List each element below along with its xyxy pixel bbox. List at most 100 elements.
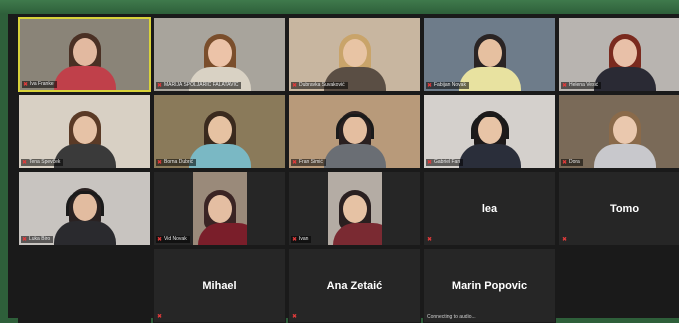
participant-name: Helena Vesić <box>569 82 599 88</box>
muted-mic-icon: ✖ <box>23 81 29 88</box>
participant-tile[interactable]: ✖ Vid Novak <box>153 171 286 246</box>
meeting-window: ✖ Iva Franke ✖ MARIJA SPOLJARIC FALATAVIC ✖ D… <box>8 14 679 323</box>
muted-mic-icon: ✖ <box>157 159 163 166</box>
participant-figure <box>593 31 656 91</box>
gallery-grid: ✖ Iva Franke ✖ MARIJA SPOLJARIC FALATAVIC ✖ D… <box>18 17 679 323</box>
muted-mic-icon: ✖ <box>157 314 163 320</box>
muted-mic-icon: ✖ <box>22 159 28 166</box>
participant-name-tag: ✖ Helena Vesić <box>561 82 602 89</box>
participant-tile[interactable]: ✖ Luka Biro <box>18 171 151 246</box>
participant-figure <box>197 187 247 245</box>
muted-mic-icon: ✖ <box>427 159 433 166</box>
participant-display-name: lea <box>481 202 498 215</box>
muted-indicator: ✖ <box>156 314 165 320</box>
muted-mic-icon: ✖ <box>562 159 568 166</box>
muted-indicator: ✖ <box>426 237 435 243</box>
participant-tile[interactable]: ✖ MARIJA SPOLJARIC FALATAVIC <box>153 17 286 92</box>
participant-name: Luka Biro <box>29 236 51 242</box>
participant-name-tag: ✖ Luka Biro <box>21 236 54 243</box>
top-strip <box>0 0 679 14</box>
face <box>207 116 232 144</box>
torso <box>458 144 521 168</box>
muted-mic-icon: ✖ <box>292 82 298 89</box>
participant-tile[interactable]: Mihael ✖ <box>153 248 286 323</box>
muted-mic-icon: ✖ <box>292 314 298 320</box>
participant-name: Tena Spevček <box>29 159 61 165</box>
face <box>612 39 637 67</box>
participant-display-name: Tomo <box>609 202 640 215</box>
participant-name: Fabijan Novak <box>434 82 466 88</box>
participant-tile[interactable]: ✖ Tena Spevček <box>18 94 151 169</box>
participant-tile[interactable]: ✖ Fabijan Novak <box>423 17 556 92</box>
muted-mic-icon: ✖ <box>292 159 298 166</box>
participant-name: Ivan <box>299 236 309 242</box>
participant-tile[interactable]: lea ✖ <box>423 171 556 246</box>
muted-mic-icon: ✖ <box>562 237 568 243</box>
face <box>477 39 502 67</box>
participant-tile[interactable]: ✖ Borna Dubrić <box>153 94 286 169</box>
participant-tile[interactable]: ✖ Dora <box>558 94 679 169</box>
participant-tile[interactable]: Ana Zetaić ✖ <box>288 248 421 323</box>
participant-name-tag: ✖ Dubravka Šuvaković <box>291 82 348 89</box>
participant-figure <box>188 108 251 168</box>
participant-figure <box>53 185 116 245</box>
muted-mic-icon: ✖ <box>22 236 28 243</box>
headset-icon <box>335 114 374 139</box>
participant-tile[interactable]: ✖ Fran Šimić <box>288 94 421 169</box>
participant-figure <box>593 108 656 168</box>
participant-name: MARIJA SPOLJARIC FALATAVIC <box>164 82 239 88</box>
participant-tile[interactable]: ✖ Gabriel Fan <box>423 94 556 169</box>
participant-name: Iva Franke <box>30 81 54 87</box>
participant-name-tag: ✖ Borna Dubrić <box>156 159 197 166</box>
participant-name-tag: ✖ Fabijan Novak <box>426 82 469 89</box>
muted-indicator: ✖ <box>291 314 300 320</box>
torso <box>593 67 656 91</box>
participant-name: Gabriel Fan <box>434 159 461 165</box>
participant-name-tag: ✖ Gabriel Fan <box>426 159 464 166</box>
torso <box>323 144 386 168</box>
face <box>207 195 232 223</box>
face <box>342 39 367 67</box>
face <box>72 38 97 66</box>
participant-name-tag: ✖ Tena Spevček <box>21 159 64 166</box>
participant-name: Dubravka Šuvaković <box>299 82 345 88</box>
participant-name: Dora <box>569 159 580 165</box>
participant-tile[interactable]: ✖ Iva Franke <box>18 17 151 92</box>
participant-display-name: Ana Zetaić <box>326 279 383 292</box>
torso <box>188 144 251 168</box>
participant-name-tag: ✖ MARIJA SPOLJARIC FALATAVIC <box>156 82 242 89</box>
participant-tile[interactable]: Marin Popovic Connecting to audio... <box>423 248 556 323</box>
torso <box>53 221 116 245</box>
muted-mic-icon: ✖ <box>562 82 568 89</box>
participant-tile[interactable]: ✖ Helena Vesić <box>558 17 679 92</box>
participant-video <box>192 172 247 245</box>
audio-status: Connecting to audio... <box>427 314 476 320</box>
participant-tile <box>18 248 151 323</box>
participant-figure <box>332 187 382 245</box>
face <box>342 195 367 223</box>
headset-icon <box>65 191 104 216</box>
participant-figure <box>458 108 521 168</box>
participant-figure <box>53 30 116 90</box>
participant-name-tag: ✖ Dora <box>561 159 583 166</box>
face <box>207 39 232 67</box>
participant-display-name: Marin Popovic <box>451 279 528 292</box>
participant-name-tag: ✖ Vid Novak <box>156 236 190 243</box>
torso <box>53 66 116 90</box>
participant-tile[interactable]: ✖ Ivan <box>288 171 421 246</box>
face <box>612 116 637 144</box>
participant-tile[interactable]: Tomo ✖ <box>558 171 679 246</box>
muted-mic-icon: ✖ <box>427 237 433 243</box>
headset-icon <box>470 114 509 139</box>
muted-mic-icon: ✖ <box>157 236 163 243</box>
muted-mic-icon: ✖ <box>157 82 163 89</box>
participant-name: Borna Dubrić <box>164 159 194 165</box>
participant-name-tag: ✖ Ivan <box>291 236 312 243</box>
participant-name: Vid Novak <box>164 236 187 242</box>
torso <box>593 144 656 168</box>
participant-tile[interactable]: ✖ Dubravka Šuvaković <box>288 17 421 92</box>
muted-mic-icon: ✖ <box>292 236 298 243</box>
participant-display-name: Mihael <box>202 279 237 292</box>
participant-name: Fran Šimić <box>299 159 323 165</box>
participant-name-tag: ✖ Fran Šimić <box>291 159 326 166</box>
